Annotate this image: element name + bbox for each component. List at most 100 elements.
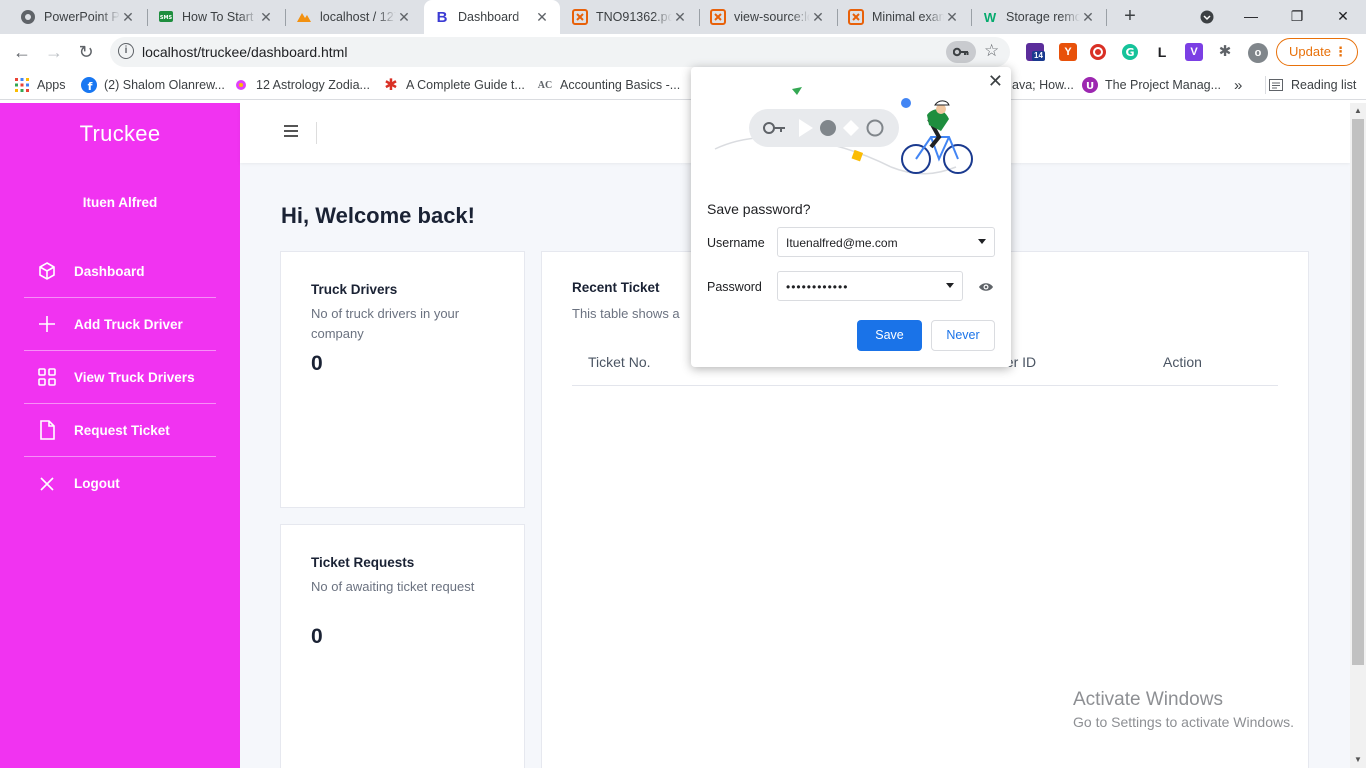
forward-icon[interactable]: →: [40, 38, 68, 66]
url-text[interactable]: localhost/truckee/dashboard.html: [142, 44, 347, 60]
column-header-ticket-no[interactable]: Ticket No.: [588, 354, 651, 370]
sidebar-item-label: Request Ticket: [74, 422, 170, 438]
sidebar-item-dashboard[interactable]: Dashboard: [24, 245, 216, 298]
restore-icon[interactable]: ❐: [1274, 0, 1320, 34]
tab-title: view-source:localhost: [734, 10, 810, 24]
truck-drivers-card: Truck Drivers No of truck drivers in you…: [280, 251, 525, 508]
tab-view-source[interactable]: view-source:localhost ✕: [700, 0, 836, 34]
page-scrollbar[interactable]: ▲ ▼: [1350, 103, 1366, 768]
profile-avatar[interactable]: o: [1248, 43, 1268, 63]
bookmark-java[interactable]: ava; How...: [1012, 76, 1074, 94]
save-button[interactable]: Save: [857, 320, 922, 351]
key-icon[interactable]: [946, 41, 976, 63]
username-select[interactable]: Ituenalfred@me.com: [777, 227, 995, 257]
tab-close-icon[interactable]: ✕: [672, 9, 688, 26]
extension-icon[interactable]: 14: [1026, 43, 1045, 61]
cyclist-illustration: [714, 87, 973, 175]
brand-logo[interactable]: Truckee: [0, 121, 240, 147]
site-info-icon[interactable]: i: [118, 43, 134, 59]
xampp-icon: [848, 9, 864, 25]
grammarly-icon[interactable]: G: [1121, 43, 1139, 61]
reload-icon[interactable]: ↻: [72, 38, 100, 66]
tab-title: localhost / 127.0.0.1: [320, 10, 396, 24]
v-extension-icon[interactable]: V: [1185, 43, 1203, 61]
hamburger-menu-icon[interactable]: [284, 125, 298, 137]
bookmark-label: 12 Astrology Zodia...: [256, 78, 370, 92]
bookmark-accounting[interactable]: AC Accounting Basics -...: [537, 76, 680, 94]
l-extension-icon[interactable]: L: [1153, 43, 1171, 61]
scroll-up-icon[interactable]: ▲: [1354, 106, 1362, 115]
tab-minimal-example[interactable]: Minimal example ✕: [838, 0, 970, 34]
update-label: Update: [1289, 44, 1331, 59]
tab-close-icon[interactable]: ✕: [944, 9, 960, 26]
tab-title: Dashboard: [458, 10, 520, 24]
tab-close-icon[interactable]: ✕: [120, 9, 136, 26]
yandex-icon[interactable]: Y: [1059, 43, 1077, 61]
tab-close-icon[interactable]: ✕: [258, 9, 274, 26]
tab-dashboard[interactable]: B Dashboard ✕: [424, 0, 560, 34]
scrollbar-thumb[interactable]: [1352, 119, 1364, 665]
reading-list[interactable]: Reading list: [1265, 76, 1356, 94]
sidebar-item-add-truck-driver[interactable]: Add Truck Driver: [24, 298, 216, 351]
dashboard-page: Truckee Ituen Alfred Dashboard Add Truck…: [0, 103, 1350, 768]
minimize-icon[interactable]: —: [1228, 0, 1274, 34]
card-title: Ticket Requests: [311, 555, 415, 570]
sidebar-item-label: View Truck Drivers: [74, 369, 195, 385]
password-value: ••••••••••••: [786, 280, 849, 294]
address-bar[interactable]: i localhost/truckee/dashboard.html ☆: [110, 37, 1010, 67]
scroll-down-icon[interactable]: ▼: [1354, 755, 1362, 764]
tab-pdf[interactable]: TNO91362.pdf ✕: [562, 0, 698, 34]
tab-close-icon[interactable]: ✕: [396, 9, 412, 26]
project-icon: U: [1082, 77, 1098, 93]
tab-how-to-start[interactable]: SMS How To Start a Business ✕: [148, 0, 284, 34]
update-button[interactable]: Update ⋮: [1276, 38, 1358, 66]
save-password-dialog: ✕ Save password? Username Ituenalfred@me…: [691, 67, 1011, 367]
tab-title: How To Start a Business: [182, 10, 258, 24]
bookmark-star-icon[interactable]: ☆: [984, 41, 999, 61]
password-select[interactable]: ••••••••••••: [777, 271, 963, 301]
ac-icon: AC: [537, 79, 553, 91]
tab-search-icon[interactable]: [1184, 0, 1230, 34]
document-icon: [36, 420, 58, 440]
tab-close-icon[interactable]: ✕: [810, 9, 826, 26]
tab-strip: PowerPoint Presentation ✕ SMS How To Sta…: [0, 0, 1366, 34]
back-icon[interactable]: ←: [8, 38, 36, 66]
asterisk-icon: ✱: [384, 77, 398, 94]
bookmark-facebook[interactable]: f (2) Shalom Olanrew...: [81, 76, 225, 94]
sidebar-item-view-truck-drivers[interactable]: View Truck Drivers: [24, 351, 216, 404]
bookmark-astrology[interactable]: 12 Astrology Zodia...: [233, 76, 370, 94]
dialog-close-icon[interactable]: ✕: [988, 71, 1003, 92]
card-title: Truck Drivers: [311, 282, 398, 297]
bookmark-project-manager[interactable]: U The Project Manag...: [1082, 76, 1221, 94]
card-title: Recent Ticket: [572, 280, 660, 295]
xampp-icon: [710, 9, 726, 25]
sidebar-menu: Dashboard Add Truck Driver View Truck Dr…: [24, 245, 216, 510]
sidebar-item-logout[interactable]: Logout: [24, 457, 216, 510]
tab-powerpoint[interactable]: PowerPoint Presentation ✕: [10, 0, 146, 34]
sidebar-item-request-ticket[interactable]: Request Ticket: [24, 404, 216, 457]
never-button[interactable]: Never: [931, 320, 995, 351]
password-label: Password: [707, 280, 762, 294]
card-subtitle: No of awaiting ticket request: [311, 579, 475, 594]
bookmarks-more-icon[interactable]: »: [1234, 76, 1242, 94]
sidebar-item-label: Add Truck Driver: [74, 316, 183, 332]
dialog-title: Save password?: [707, 201, 811, 217]
window-close-icon[interactable]: ✕: [1320, 0, 1366, 34]
bookmark-apps[interactable]: Apps: [14, 76, 66, 94]
tab-close-icon[interactable]: ✕: [534, 9, 550, 26]
activate-windows-subtitle: Go to Settings to activate Windows.: [1073, 714, 1294, 730]
bookmark-complete-guide[interactable]: ✱ A Complete Guide t...: [383, 76, 525, 94]
eye-icon[interactable]: [978, 280, 994, 298]
bookmark-label: Accounting Basics -...: [560, 78, 681, 92]
adblock-icon[interactable]: [1089, 43, 1107, 61]
tab-localhost[interactable]: localhost / 127.0.0.1 ✕: [286, 0, 422, 34]
astrology-icon: [233, 77, 249, 93]
new-tab-icon[interactable]: +: [1118, 4, 1142, 28]
tab-storage-remove[interactable]: W Storage remove ✕: [972, 0, 1106, 34]
tab-close-icon[interactable]: ✕: [1080, 9, 1096, 26]
divider: [316, 122, 317, 144]
column-header-action[interactable]: Action: [1163, 354, 1202, 370]
ticket-requests-card: Ticket Requests No of awaiting ticket re…: [280, 524, 525, 768]
puzzle-icon[interactable]: ✱: [1216, 43, 1234, 61]
tab-title: PowerPoint Presentation: [44, 10, 120, 24]
